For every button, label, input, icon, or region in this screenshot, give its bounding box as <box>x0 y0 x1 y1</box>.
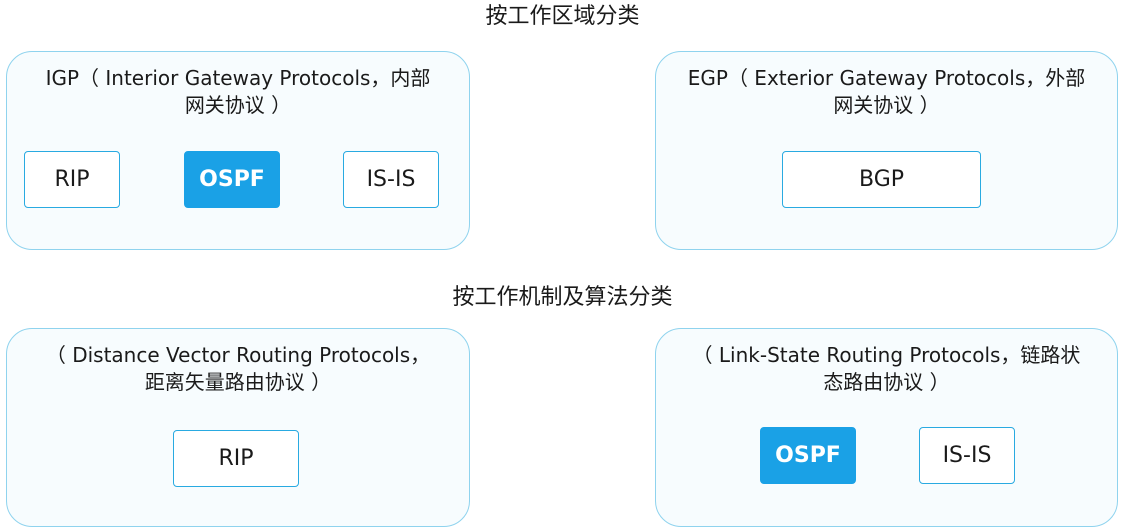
group-igp: IGP（ Interior Gateway Protocols，内部 网关协议 … <box>6 51 470 250</box>
protocol-is-is[interactable]: IS-IS <box>919 427 1015 484</box>
protocol-rip[interactable]: RIP <box>24 151 120 208</box>
group-distance-vector-title-line2: 距离矢量路由协议 ） <box>144 370 332 394</box>
group-distance-vector: （ Distance Vector Routing Protocols， 距离矢… <box>6 328 470 527</box>
group-igp-title-line1: IGP（ Interior Gateway Protocols，内部 <box>45 66 431 90</box>
group-igp-title-line2: 网关协议 ） <box>184 93 292 117</box>
group-distance-vector-title: （ Distance Vector Routing Protocols， 距离矢… <box>29 342 447 396</box>
group-distance-vector-title-line1: （ Distance Vector Routing Protocols， <box>45 343 431 367</box>
group-link-state-title: （ Link-State Routing Protocols，链路状 态路由协议… <box>678 342 1095 396</box>
group-egp-title-line1: EGP（ Exterior Gateway Protocols，外部 <box>687 66 1086 90</box>
heading-by-mechanism: 按工作机制及算法分类 <box>452 285 673 310</box>
group-link-state: （ Link-State Routing Protocols，链路状 态路由协议… <box>655 328 1118 527</box>
protocol-is-is[interactable]: IS-IS <box>343 151 439 208</box>
group-link-state-title-line2: 态路由协议 ） <box>823 370 950 394</box>
group-igp-title: IGP（ Interior Gateway Protocols，内部 网关协议 … <box>29 65 447 119</box>
protocol-ospf[interactable]: OSPF <box>760 427 856 484</box>
protocol-bgp[interactable]: BGP <box>782 151 981 208</box>
group-egp-title-line2: 网关协议 ） <box>833 93 940 117</box>
group-egp: EGP（ Exterior Gateway Protocols，外部 网关协议 … <box>655 51 1118 250</box>
heading-by-work-area: 按工作区域分类 <box>485 4 640 29</box>
group-link-state-title-line1: （ Link-State Routing Protocols，链路状 <box>692 343 1081 367</box>
group-egp-title: EGP（ Exterior Gateway Protocols，外部 网关协议 … <box>678 65 1095 119</box>
protocol-ospf[interactable]: OSPF <box>184 151 280 208</box>
protocol-rip[interactable]: RIP <box>173 430 299 487</box>
